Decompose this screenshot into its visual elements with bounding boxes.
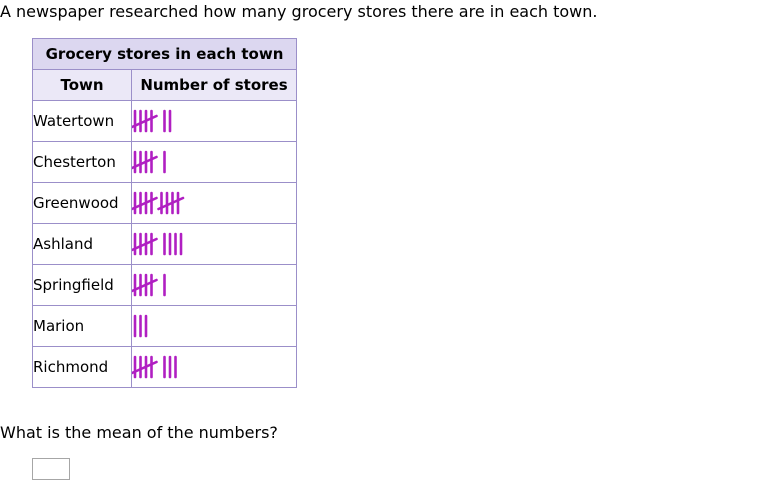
table-row: Chesterton <box>32 141 297 183</box>
tally-marks <box>132 150 166 174</box>
tally-marks <box>132 273 166 297</box>
table-row: Richmond <box>32 346 297 388</box>
table-title: Grocery stores in each town <box>32 38 297 70</box>
column-header-town: Town <box>32 69 132 101</box>
tally-cell <box>131 305 297 347</box>
answer-input[interactable] <box>32 458 70 480</box>
town-name: Ashland <box>32 223 132 265</box>
table-body: Watertown Chesterton Greenwood Ashland S… <box>32 100 297 388</box>
tally-cell <box>131 346 297 388</box>
tally-cell <box>131 182 297 224</box>
intro-text: A newspaper researched how many grocery … <box>0 2 598 21</box>
table-row: Greenwood <box>32 182 297 224</box>
table-row: Marion <box>32 305 297 347</box>
town-name: Richmond <box>32 346 132 388</box>
tally-cell <box>131 100 297 142</box>
table-row: Springfield <box>32 264 297 306</box>
question-text: What is the mean of the numbers? <box>0 423 278 442</box>
table-row: Ashland <box>32 223 297 265</box>
tally-table: Grocery stores in each town Town Number … <box>32 38 297 388</box>
town-name: Marion <box>32 305 132 347</box>
tally-cell <box>131 223 297 265</box>
tally-cell <box>131 264 297 306</box>
table-row: Watertown <box>32 100 297 142</box>
tally-marks <box>132 191 185 215</box>
tally-marks <box>132 355 177 379</box>
town-name: Greenwood <box>32 182 132 224</box>
tally-marks <box>132 232 183 256</box>
tally-marks <box>132 109 172 133</box>
town-name: Springfield <box>32 264 132 306</box>
town-name: Chesterton <box>32 141 132 183</box>
town-name: Watertown <box>32 100 132 142</box>
column-header-number-of-stores: Number of stores <box>131 69 297 101</box>
tally-marks <box>133 314 148 338</box>
tally-cell <box>131 141 297 183</box>
